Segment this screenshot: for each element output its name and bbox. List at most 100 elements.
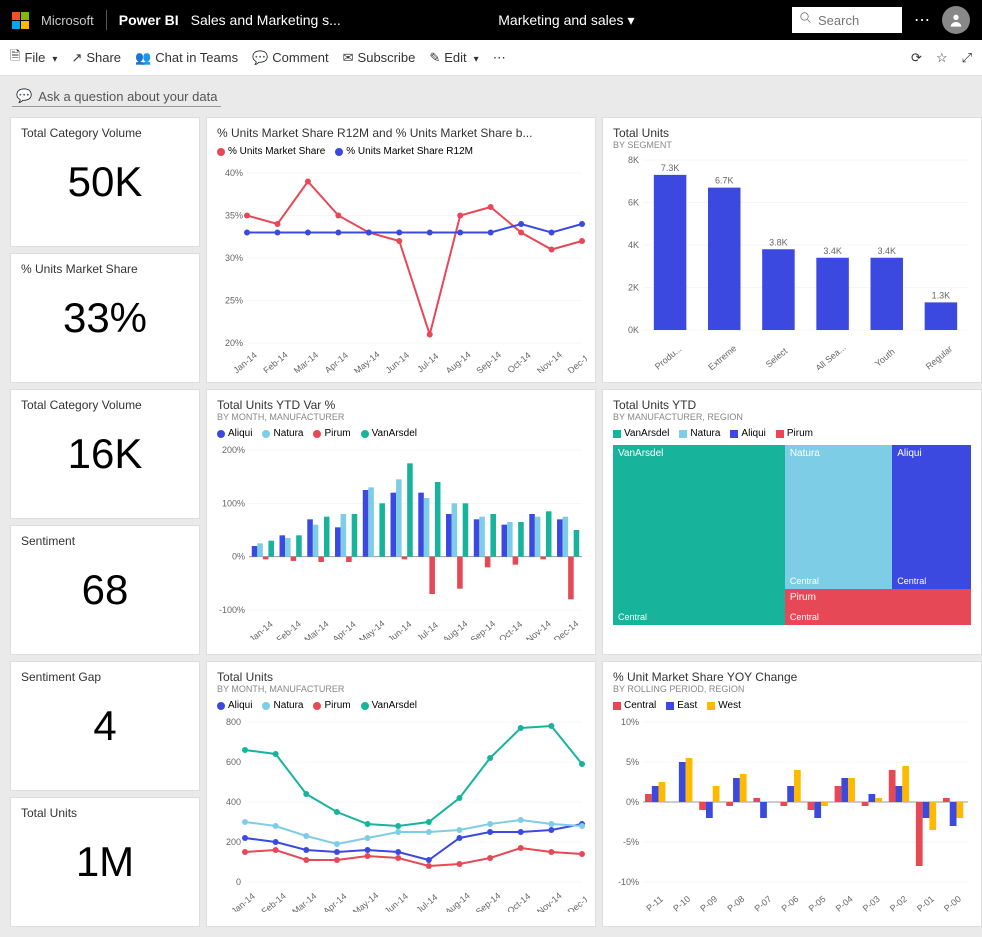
svg-text:600: 600 xyxy=(226,757,241,767)
subscribe-button[interactable]: ✉Subscribe xyxy=(343,50,416,66)
user-avatar[interactable] xyxy=(942,6,970,34)
chart-market-share-line[interactable]: % Units Market Share R12M and % Units Ma… xyxy=(206,117,596,383)
clustered-bar-svg: -10%-5%0%5%10%P-11P-10P-09P-08P-07P-06P-… xyxy=(613,717,973,912)
svg-text:Dec-14: Dec-14 xyxy=(566,350,587,373)
legend: Central East West xyxy=(613,700,971,711)
svg-text:P-09: P-09 xyxy=(698,894,719,912)
svg-text:P-07: P-07 xyxy=(752,894,773,912)
svg-text:May-14: May-14 xyxy=(357,618,386,640)
overflow-menu-icon[interactable]: ⋯ xyxy=(914,10,930,30)
kpi-total-units[interactable]: Total Units 1M xyxy=(10,797,200,927)
svg-text:Regular: Regular xyxy=(924,344,955,370)
svg-text:Apr-14: Apr-14 xyxy=(321,891,348,912)
kpi-total-category-volume[interactable]: Total Category Volume 50K xyxy=(10,117,200,247)
svg-text:Jun-14: Jun-14 xyxy=(382,891,410,912)
svg-text:Jul-14: Jul-14 xyxy=(414,892,439,912)
qa-bar: 💬 Ask a question about your data xyxy=(0,76,982,117)
svg-text:0%: 0% xyxy=(626,797,639,807)
svg-text:2K: 2K xyxy=(628,283,639,293)
svg-text:Nov-14: Nov-14 xyxy=(535,891,564,912)
svg-text:Apr-14: Apr-14 xyxy=(323,350,350,373)
legend: % Units Market Share % Units Market Shar… xyxy=(217,146,585,157)
line-chart-svg: 0200400600800Jan-14Feb-14Mar-14Apr-14May… xyxy=(217,717,587,912)
chart-ytd-var[interactable]: Total Units YTD Var % BY MONTH, MANUFACT… xyxy=(206,389,596,655)
svg-text:P-10: P-10 xyxy=(671,894,692,912)
app-name: Power BI xyxy=(119,12,179,28)
svg-text:200: 200 xyxy=(226,837,241,847)
brand-label: Microsoft xyxy=(41,13,94,28)
svg-text:P-00: P-00 xyxy=(942,894,963,912)
svg-text:0: 0 xyxy=(236,877,241,887)
chart-total-units-month[interactable]: Total Units BY MONTH, MANUFACTURER Aliqu… xyxy=(206,661,596,927)
svg-text:20%: 20% xyxy=(225,338,243,348)
svg-text:Extreme: Extreme xyxy=(706,343,738,370)
svg-text:Jul-14: Jul-14 xyxy=(415,351,440,373)
svg-text:Jan-14: Jan-14 xyxy=(247,619,275,640)
file-menu[interactable]: 🗎File xyxy=(10,47,57,69)
kpi-units-market-share[interactable]: % Units Market Share 33% xyxy=(10,253,200,383)
comment-button[interactable]: 💬Comment xyxy=(252,50,329,66)
chat-teams-button[interactable]: 👥Chat in Teams xyxy=(135,50,238,66)
qa-input[interactable]: 💬 Ask a question about your data xyxy=(12,86,221,107)
chart-ytd-treemap[interactable]: Total Units YTD BY MANUFACTURER, REGION … xyxy=(602,389,982,655)
toolbar: 🗎File ↗Share 👥Chat in Teams 💬Comment ✉Su… xyxy=(0,40,982,76)
svg-text:7.3K: 7.3K xyxy=(661,163,680,173)
svg-text:Jun-14: Jun-14 xyxy=(386,619,414,640)
chart-total-units-segment[interactable]: Total Units BY SEGMENT 0K2K4K6K8K7.3KPro… xyxy=(602,117,982,383)
svg-text:25%: 25% xyxy=(225,296,243,306)
svg-text:35%: 35% xyxy=(225,211,243,221)
page-dropdown[interactable]: Marketing and sales▾ xyxy=(498,12,634,29)
chevron-down-icon: ▾ xyxy=(628,12,635,29)
divider xyxy=(106,10,107,30)
svg-text:Aug-14: Aug-14 xyxy=(443,891,472,912)
svg-text:Aug-14: Aug-14 xyxy=(441,619,470,640)
svg-text:200%: 200% xyxy=(222,445,245,455)
comment-icon: 💬 xyxy=(252,50,268,66)
svg-text:Nov-14: Nov-14 xyxy=(535,350,564,373)
svg-text:Dec-14: Dec-14 xyxy=(566,891,587,912)
global-header: Microsoft Power BI Sales and Marketing s… xyxy=(0,0,982,40)
chart-yoy-change[interactable]: % Unit Market Share YOY Change BY ROLLIN… xyxy=(602,661,982,927)
svg-text:0K: 0K xyxy=(628,325,639,335)
toolbar-overflow[interactable]: ⋯ xyxy=(493,50,506,66)
svg-text:P-02: P-02 xyxy=(888,894,909,912)
svg-text:Mar-14: Mar-14 xyxy=(292,350,320,373)
svg-text:Feb-14: Feb-14 xyxy=(260,891,288,912)
svg-text:P-05: P-05 xyxy=(807,894,828,912)
svg-text:Mar-14: Mar-14 xyxy=(302,619,330,640)
clustered-bar-svg: -100%0%100%200%Jan-14Feb-14Mar-14Apr-14M… xyxy=(217,445,587,640)
svg-text:-5%: -5% xyxy=(623,837,639,847)
svg-text:Jan-14: Jan-14 xyxy=(231,350,259,373)
share-button[interactable]: ↗Share xyxy=(71,50,121,66)
svg-text:Youth: Youth xyxy=(873,347,897,369)
search-icon xyxy=(800,11,812,29)
svg-text:Aug-14: Aug-14 xyxy=(444,350,473,373)
fullscreen-icon[interactable]: ⤢ xyxy=(962,50,972,66)
kpi-sentiment-gap[interactable]: Sentiment Gap 4 xyxy=(10,661,200,791)
svg-text:400: 400 xyxy=(226,797,241,807)
favorite-icon[interactable]: ☆ xyxy=(936,50,948,66)
svg-text:P-03: P-03 xyxy=(861,894,882,912)
report-name[interactable]: Sales and Marketing s... xyxy=(191,12,341,28)
edit-menu[interactable]: ✎Edit xyxy=(429,50,478,66)
search-input[interactable] xyxy=(818,13,888,28)
kpi-total-category-volume-2[interactable]: Total Category Volume 16K xyxy=(10,389,200,519)
svg-text:Feb-14: Feb-14 xyxy=(261,350,289,373)
svg-text:Oct-14: Oct-14 xyxy=(505,891,532,912)
svg-text:Oct-14: Oct-14 xyxy=(497,619,524,640)
svg-text:3.4K: 3.4K xyxy=(877,246,896,256)
svg-text:P-11: P-11 xyxy=(644,894,664,912)
bar-chart-svg: 0K2K4K6K8K7.3KProdu...6.7KExtreme3.8KSel… xyxy=(613,150,973,370)
microsoft-logo-icon xyxy=(12,12,29,29)
svg-text:May-14: May-14 xyxy=(351,890,380,912)
svg-text:800: 800 xyxy=(226,717,241,727)
kpi-sentiment[interactable]: Sentiment 68 xyxy=(10,525,200,655)
search-box[interactable] xyxy=(792,7,902,33)
line-chart-svg: 20%25%30%35%40%Jan-14Feb-14Mar-14Apr-14M… xyxy=(217,163,587,373)
svg-text:Produ...: Produ... xyxy=(653,344,684,370)
svg-text:P-06: P-06 xyxy=(780,894,801,912)
svg-text:Sep-14: Sep-14 xyxy=(474,350,503,373)
refresh-icon[interactable]: ⟳ xyxy=(911,50,922,66)
svg-text:Jun-14: Jun-14 xyxy=(384,350,412,373)
svg-text:Feb-14: Feb-14 xyxy=(275,619,303,640)
